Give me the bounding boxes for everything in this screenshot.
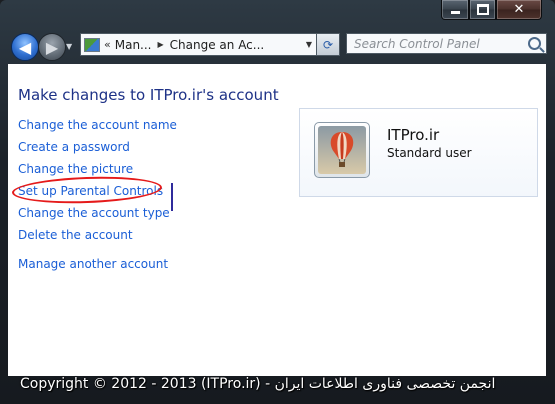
change-account-type-link[interactable]: Change the account type [18, 205, 177, 227]
close-icon: ✕ [513, 2, 525, 17]
copyright-watermark: Copyright © 2012 - 2013 (ITPro.ir) - انج… [20, 376, 496, 392]
user-account-card: ITPro.ir Standard user [299, 108, 538, 197]
close-button[interactable]: ✕ [496, 0, 542, 20]
control-panel-window: ✕ ◀ ▶ ▼ « Man... ▶ Change an Ac... ▼ ⟳ S… [0, 0, 555, 404]
page-title: Make changes to ITPro.ir's account [18, 86, 279, 104]
refresh-button[interactable]: ⟳ [316, 33, 340, 56]
create-password-link[interactable]: Create a password [18, 139, 177, 161]
maximize-button[interactable] [469, 0, 496, 20]
breadcrumb-segment[interactable]: Change an Ac... [170, 38, 265, 52]
caption-buttons: ✕ [441, 0, 542, 20]
navigation-bar: ◀ ▶ ▼ « Man... ▶ Change an Ac... ▼ ⟳ Sea… [0, 28, 555, 62]
delete-account-link[interactable]: Delete the account [18, 227, 177, 249]
user-name: ITPro.ir [387, 126, 440, 144]
refresh-icon: ⟳ [322, 37, 334, 52]
hot-air-balloon-icon [318, 126, 366, 174]
breadcrumb-overflow[interactable]: « [104, 38, 111, 51]
back-button[interactable]: ◀ [11, 33, 39, 61]
control-panel-icon [84, 37, 100, 52]
search-placeholder: Search Control Panel [354, 36, 480, 51]
breadcrumb-segment[interactable]: Man... [115, 38, 152, 52]
user-role: Standard user [387, 146, 472, 160]
search-input[interactable]: Search Control Panel [346, 33, 547, 54]
recent-pages-chevron-down-icon[interactable]: ▼ [66, 42, 72, 51]
avatar [314, 122, 370, 178]
main-content: Make changes to ITPro.ir's account Chang… [8, 64, 546, 376]
search-icon[interactable] [528, 37, 541, 50]
manage-another-account-link[interactable]: Manage another account [18, 256, 177, 278]
forward-button[interactable]: ▶ [38, 33, 66, 61]
address-dropdown-chevron-down-icon[interactable]: ▼ [306, 40, 312, 49]
minimize-button[interactable] [441, 0, 469, 20]
change-account-name-link[interactable]: Change the account name [18, 117, 177, 139]
forward-arrow-icon: ▶ [45, 37, 59, 57]
address-bar[interactable]: « Man... ▶ Change an Ac... ▼ [80, 33, 317, 56]
breadcrumb-separator-icon[interactable]: ▶ [158, 40, 164, 49]
annotation-marker [171, 183, 173, 211]
minimize-icon [450, 11, 460, 14]
maximize-icon [476, 4, 489, 15]
back-arrow-icon: ◀ [18, 37, 32, 57]
